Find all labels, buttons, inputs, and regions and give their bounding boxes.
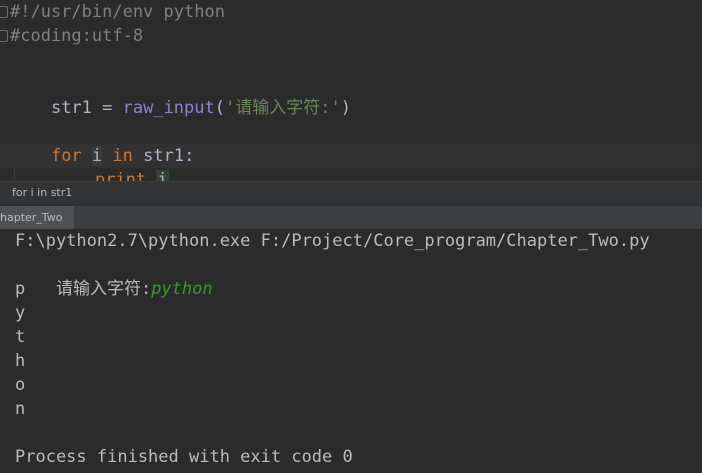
- console-prompt-line: 请输入字符:python: [15, 253, 213, 299]
- console-command-line: F:\python2.7\python.exe F:/Project/Core_…: [15, 231, 650, 251]
- code-line-coding[interactable]: #coding:utf-8: [10, 24, 143, 48]
- breadcrumb[interactable]: for i in str1: [0, 181, 702, 205]
- code-line-print[interactable]: print i: [54, 144, 169, 181]
- console-user-input: python: [151, 279, 213, 299]
- console-output-char: p: [15, 279, 26, 299]
- paren-open: (: [214, 98, 225, 118]
- run-console[interactable]: F:\python2.7\python.exe F:/Project/Core_…: [0, 229, 702, 473]
- keyword-print: print: [94, 170, 147, 181]
- assign-operator: =: [91, 98, 123, 118]
- builtin-raw-input: raw_input: [122, 98, 215, 118]
- string-literal: '请输入字符:': [225, 98, 341, 118]
- console-prompt: 请输入字符:: [55, 279, 152, 299]
- console-output-char: y: [15, 303, 26, 323]
- console-output-char: n: [15, 399, 26, 419]
- fold-marker-icon[interactable]: [0, 6, 8, 18]
- tab-run-chapter-two[interactable]: hapter_Two: [0, 206, 75, 229]
- code-editor[interactable]: #!/usr/bin/env python #coding:utf-8 str1…: [0, 0, 702, 181]
- code-line-for[interactable]: for i in str1:: [10, 120, 194, 166]
- breadcrumb-item[interactable]: for i in str1: [12, 186, 72, 199]
- console-output-char: h: [15, 351, 26, 371]
- console-output-char: t: [15, 327, 26, 347]
- console-output-char: o: [15, 375, 26, 395]
- code-line-assign[interactable]: str1 = raw_input('请输入字符:'): [10, 72, 351, 118]
- print-argument: i: [156, 170, 169, 181]
- console-exit-message: Process finished with exit code 0: [15, 447, 353, 467]
- paren-close: ): [340, 98, 351, 118]
- variable-str1: str1: [50, 98, 92, 118]
- indent-guide: [14, 168, 15, 180]
- fold-marker-icon[interactable]: [0, 30, 8, 42]
- run-tab-bar: hapter_Two: [0, 205, 702, 229]
- code-line-shebang[interactable]: #!/usr/bin/env python: [10, 0, 225, 24]
